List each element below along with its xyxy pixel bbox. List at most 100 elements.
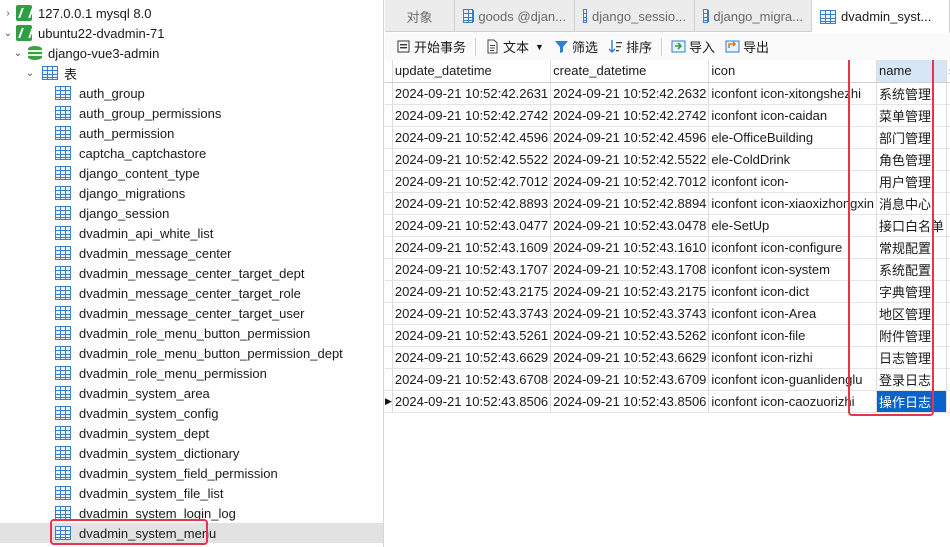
cell-name[interactable]: 系统管理	[876, 82, 948, 105]
cell-create-datetime[interactable]: 2024-09-21 10:52:42.2632	[550, 82, 710, 105]
tree-tables-folder[interactable]: ⌄ 表	[24, 63, 77, 83]
cell-partial[interactable]	[946, 390, 950, 413]
row-indicator[interactable]	[385, 82, 393, 105]
cell-partial[interactable]	[946, 192, 950, 215]
table-row[interactable]: 2024-09-21 10:52:42.5522 2024-09-21 10:52…	[385, 148, 950, 171]
begin-transaction-button[interactable]: 开始事务	[391, 35, 471, 59]
table-row[interactable]: 2024-09-21 10:52:42.4596 2024-09-21 10:52…	[385, 126, 950, 149]
cell-icon[interactable]: ele-ColdDrink	[708, 148, 878, 171]
cell-update-datetime[interactable]: 2024-09-21 10:52:43.1609	[392, 236, 552, 259]
cell-partial[interactable]	[946, 346, 950, 369]
cell-name[interactable]: 字典管理	[876, 280, 948, 303]
cell-update-datetime[interactable]: 2024-09-21 10:52:42.2631	[392, 82, 552, 105]
tree-table-item[interactable]: dvadmin_system_login_log	[0, 503, 383, 523]
row-indicator[interactable]	[385, 324, 393, 347]
row-indicator[interactable]	[385, 104, 393, 127]
cell-update-datetime[interactable]: 2024-09-21 10:52:43.6708	[392, 368, 552, 391]
cell-name[interactable]: 日志管理	[876, 346, 948, 369]
cell-create-datetime[interactable]: 2024-09-21 10:52:43.0478	[550, 214, 710, 237]
table-row[interactable]: 2024-09-21 10:52:43.6629 2024-09-21 10:52…	[385, 346, 950, 369]
column-header-partial[interactable]: s	[946, 60, 950, 83]
column-header-create-datetime[interactable]: create_datetime	[550, 60, 710, 83]
chevron-right-icon[interactable]: ›	[2, 7, 14, 19]
table-row[interactable]: 2024-09-21 10:52:43.0477 2024-09-21 10:52…	[385, 214, 950, 237]
row-indicator[interactable]	[385, 302, 393, 325]
tree-connection-mysql[interactable]: › 127.0.0.1 mysql 8.0	[2, 3, 151, 23]
tree-table-item[interactable]: dvadmin_role_menu_button_permission_dept	[0, 343, 383, 363]
row-indicator[interactable]	[385, 346, 393, 369]
cell-name[interactable]: 地区管理	[876, 302, 948, 325]
cell-icon[interactable]: iconfont icon-	[708, 170, 878, 193]
cell-partial[interactable]	[946, 324, 950, 347]
cell-name[interactable]: 菜单管理	[876, 104, 948, 127]
cell-name[interactable]: 角色管理	[876, 148, 948, 171]
tree-table-item[interactable]: auth_group_permissions	[0, 103, 383, 123]
row-indicator[interactable]	[385, 214, 393, 237]
cell-create-datetime[interactable]: 2024-09-21 10:52:42.7012	[550, 170, 710, 193]
cell-name[interactable]: 附件管理	[876, 324, 948, 347]
cell-partial[interactable]	[946, 214, 950, 237]
tree-connection-ubuntu[interactable]: ⌄ ubuntu22-dvadmin-71	[2, 23, 164, 43]
chevron-down-icon[interactable]: ⌄	[24, 67, 36, 79]
tab-dvadmin-system-menu[interactable]: dvadmin_syst...	[812, 0, 950, 33]
cell-name[interactable]: 消息中心	[876, 192, 948, 215]
column-header-icon[interactable]: icon	[708, 60, 878, 83]
tree-table-item[interactable]: django_migrations	[0, 183, 383, 203]
tree-table-item[interactable]: dvadmin_system_config	[0, 403, 383, 423]
cell-update-datetime[interactable]: 2024-09-21 10:52:42.7012	[392, 170, 552, 193]
row-indicator[interactable]	[385, 236, 393, 259]
cell-update-datetime[interactable]: 2024-09-21 10:52:43.0477	[392, 214, 552, 237]
cell-update-datetime[interactable]: 2024-09-21 10:52:43.8506	[392, 390, 552, 413]
cell-create-datetime[interactable]: 2024-09-21 10:52:43.8506	[550, 390, 710, 413]
tree-table-item[interactable]: dvadmin_role_menu_button_permission	[0, 323, 383, 343]
table-row[interactable]: 2024-09-21 10:52:43.1707 2024-09-21 10:52…	[385, 258, 950, 281]
cell-create-datetime[interactable]: 2024-09-21 10:52:43.1610	[550, 236, 710, 259]
tree-table-item[interactable]: dvadmin_system_dictionary	[0, 443, 383, 463]
cell-partial[interactable]	[946, 236, 950, 259]
cell-update-datetime[interactable]: 2024-09-21 10:52:42.8893	[392, 192, 552, 215]
tree-table-item[interactable]: django_content_type	[0, 163, 383, 183]
cell-partial[interactable]	[946, 148, 950, 171]
cell-create-datetime[interactable]: 2024-09-21 10:52:43.6709	[550, 368, 710, 391]
cell-create-datetime[interactable]: 2024-09-21 10:52:42.8894	[550, 192, 710, 215]
cell-partial[interactable]	[946, 302, 950, 325]
tree-table-item[interactable]: dvadmin_message_center_target_dept	[0, 263, 383, 283]
tree-table-item[interactable]: dvadmin_system_file_list	[0, 483, 383, 503]
tree-table-item[interactable]: captcha_captchastore	[0, 143, 383, 163]
cell-icon[interactable]: iconfont icon-xiaoxizhongxin	[708, 192, 878, 215]
cell-name[interactable]: 登录日志	[876, 368, 948, 391]
cell-name[interactable]: 操作日志	[876, 390, 948, 413]
cell-partial[interactable]	[946, 82, 950, 105]
cell-update-datetime[interactable]: 2024-09-21 10:52:43.6629	[392, 346, 552, 369]
tree-table-item[interactable]: dvadmin_system_area	[0, 383, 383, 403]
row-indicator[interactable]	[385, 258, 393, 281]
import-button[interactable]: 导入	[666, 35, 720, 59]
cell-create-datetime[interactable]: 2024-09-21 10:52:43.2175	[550, 280, 710, 303]
cell-icon[interactable]: iconfont icon-xitongshezhi	[708, 82, 878, 105]
row-indicator[interactable]	[385, 126, 393, 149]
sort-button[interactable]: 排序	[603, 35, 657, 59]
table-row[interactable]: 2024-09-21 10:52:42.2742 2024-09-21 10:52…	[385, 104, 950, 127]
tree-table-item[interactable]: dvadmin_message_center_target_role	[0, 283, 383, 303]
tree-table-item[interactable]: dvadmin_system_dept	[0, 423, 383, 443]
cell-icon[interactable]: iconfont icon-rizhi	[708, 346, 878, 369]
cell-update-datetime[interactable]: 2024-09-21 10:52:42.4596	[392, 126, 552, 149]
cell-update-datetime[interactable]: 2024-09-21 10:52:43.3743	[392, 302, 552, 325]
filter-button[interactable]: 筛选	[549, 35, 603, 59]
tree-table-item[interactable]: dvadmin_system_field_permission	[0, 463, 383, 483]
table-row[interactable]: 2024-09-21 10:52:43.5261 2024-09-21 10:52…	[385, 324, 950, 347]
row-indicator[interactable]	[385, 148, 393, 171]
tree-table-item[interactable]: django_session	[0, 203, 383, 223]
table-row[interactable]: 2024-09-21 10:52:42.7012 2024-09-21 10:52…	[385, 170, 950, 193]
cell-name[interactable]: 系统配置	[876, 258, 948, 281]
cell-create-datetime[interactable]: 2024-09-21 10:52:43.5262	[550, 324, 710, 347]
row-indicator[interactable]	[385, 368, 393, 391]
tab-django-session[interactable]: django_sessio...	[575, 0, 695, 32]
cell-partial[interactable]	[946, 368, 950, 391]
tree-table-item[interactable]: auth_permission	[0, 123, 383, 143]
table-row[interactable]: 2024-09-21 10:52:42.2631 2024-09-21 10:52…	[385, 82, 950, 105]
table-row[interactable]: 2024-09-21 10:52:43.2175 2024-09-21 10:52…	[385, 280, 950, 303]
tab-goods[interactable]: goods @djan...	[455, 0, 575, 32]
cell-partial[interactable]	[946, 258, 950, 281]
row-indicator[interactable]	[385, 192, 393, 215]
